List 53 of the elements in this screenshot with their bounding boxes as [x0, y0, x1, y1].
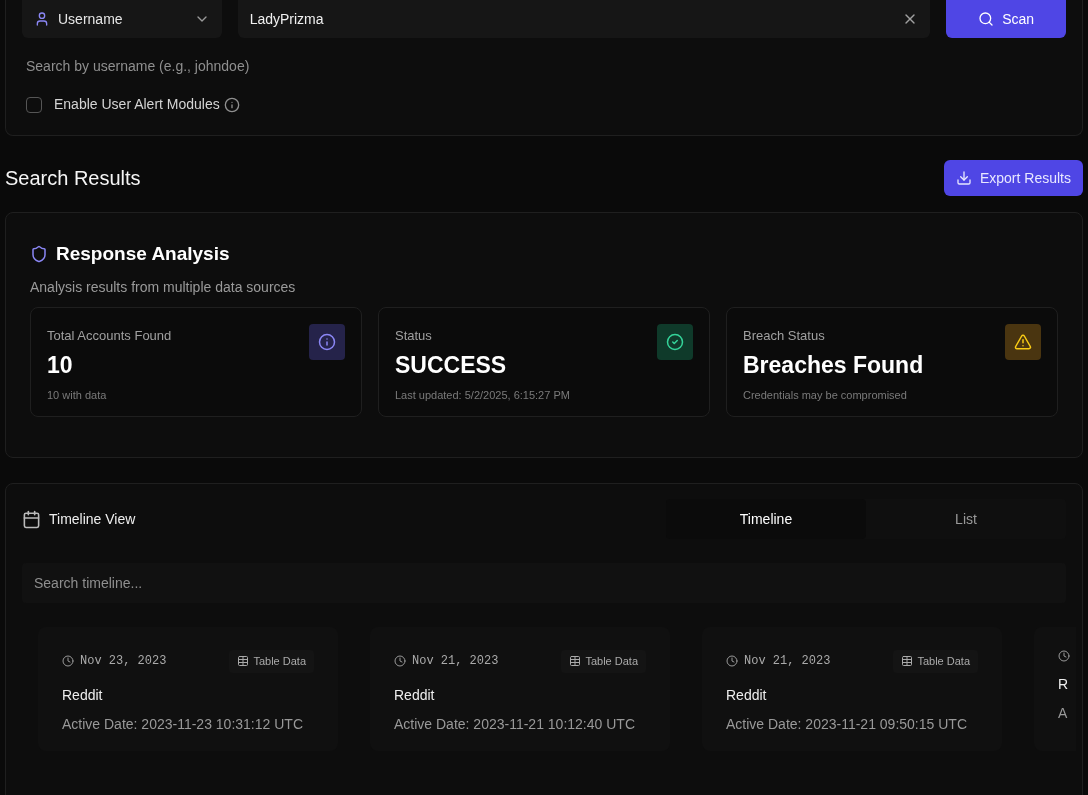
alert-modules-label: Enable User Alert Modules	[54, 95, 220, 114]
info-icon	[318, 332, 336, 351]
clock-icon	[726, 655, 738, 668]
entry-date: Nov 21, 2023	[412, 653, 499, 671]
entry-tag: Table Data	[893, 650, 978, 673]
download-icon	[955, 170, 972, 186]
calendar-icon	[22, 509, 41, 529]
stat-value: Breaches Found	[743, 351, 925, 380]
search-hint: Search by username (e.g., johndoe)	[26, 57, 251, 76]
search-icon	[978, 11, 995, 27]
entry-site: Reddit	[726, 685, 768, 705]
search-type-select[interactable]: Username	[22, 0, 222, 38]
entry-tag: Table Data	[229, 650, 314, 673]
analysis-title: Response Analysis	[56, 242, 230, 266]
check-circle-icon	[666, 332, 684, 351]
entry-date: Nov 21, 2023	[744, 653, 831, 671]
entry-site: R	[1058, 675, 1070, 694]
results-title: Search Results	[5, 166, 141, 191]
warning-icon	[1014, 332, 1032, 351]
entry-date: Nov 23, 2023	[80, 653, 167, 671]
shield-icon	[30, 245, 48, 264]
stat-value: 10	[47, 351, 74, 380]
entry-detail: Active Date: 2023-11-21 09:50:15 UTC	[726, 714, 968, 734]
timeline-title: Timeline View	[49, 509, 136, 529]
table-icon	[237, 655, 250, 668]
stat-label: Total Accounts Found	[47, 326, 173, 345]
entry-site: Reddit	[394, 685, 436, 705]
entry-site: Reddit	[62, 685, 104, 705]
entry-detail: A	[1058, 704, 1069, 723]
view-tab[interactable]: List	[866, 499, 1066, 539]
clock-icon	[62, 655, 74, 668]
table-icon	[901, 655, 914, 668]
view-tab[interactable]: Timeline	[666, 499, 866, 539]
export-button[interactable]: Export Results	[943, 160, 1083, 196]
clock-icon	[1058, 650, 1070, 662]
stat-label: Status	[395, 326, 433, 345]
stat-note: Credentials may be compromised	[743, 387, 908, 403]
stat-note: Last updated: 5/2/2025, 6:15:27 PM	[395, 387, 571, 403]
entry-detail: Active Date: 2023-11-23 10:31:12 UTC	[62, 714, 304, 734]
table-icon	[569, 655, 582, 668]
entry-detail: Active Date: 2023-11-21 10:12:40 UTC	[394, 714, 636, 734]
clock-icon	[394, 655, 406, 668]
scan-button[interactable]: Scan	[946, 0, 1066, 38]
analysis-subtitle: Analysis results from multiple data sources	[30, 277, 297, 297]
info-icon[interactable]	[223, 96, 240, 113]
stat-label: Breach Status	[743, 326, 826, 345]
search-input-field[interactable]: LadyPrizma	[237, 0, 931, 38]
timeline-search-field[interactable]: Search timeline...	[22, 563, 1066, 603]
stat-value: SUCCESS	[395, 351, 508, 380]
user-icon	[34, 11, 50, 27]
alert-modules-checkbox[interactable]	[26, 96, 42, 113]
entry-tag: Table Data	[561, 650, 646, 673]
stat-note: 10 with data	[47, 387, 108, 403]
